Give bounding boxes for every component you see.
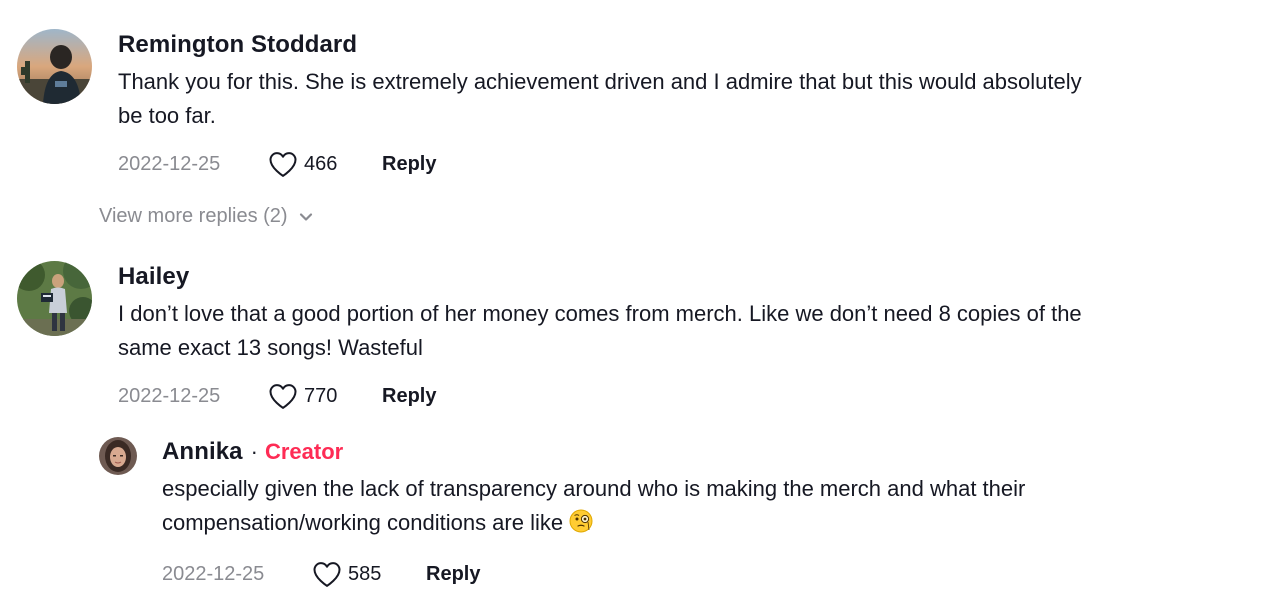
comment-item: Remington Stoddard Thank you for this. S… <box>17 29 1082 179</box>
avatar[interactable] <box>17 261 92 336</box>
reply-text: especially given the lack of transparenc… <box>162 472 1025 543</box>
avatar[interactable] <box>17 29 92 104</box>
username[interactable]: Hailey <box>118 263 189 291</box>
like-count: 585 <box>348 562 382 585</box>
comment-text-line: I don’t love that a good portion of her … <box>118 301 1082 326</box>
username-row: Hailey <box>118 261 1082 293</box>
reply-body: Annika · Creator especially given the la… <box>162 436 1025 589</box>
heart-outline-icon[interactable] <box>268 149 298 179</box>
username[interactable]: Remington Stoddard <box>118 31 357 59</box>
heart-outline-icon[interactable] <box>312 559 342 589</box>
reply-text-line: especially given the lack of transparenc… <box>162 476 1026 501</box>
comment-date: 2022-12-25 <box>118 384 221 407</box>
comment-body: Remington Stoddard Thank you for this. S… <box>118 29 1082 179</box>
comment-item: Hailey I don’t love that a good portion … <box>17 261 1082 411</box>
comment-date: 2022-12-25 <box>118 152 221 175</box>
like-count: 770 <box>304 384 338 407</box>
username-row: Annika · Creator <box>162 436 1025 468</box>
comment-text: I don’t love that a good portion of her … <box>118 297 1082 365</box>
comment-list: Remington Stoddard Thank you for this. S… <box>0 0 1280 609</box>
comment-meta: 2022-12-25 770 Reply <box>118 381 1082 411</box>
comment-body: Hailey I don’t love that a good portion … <box>118 261 1082 411</box>
username-row: Remington Stoddard <box>118 29 1082 61</box>
comment-text-line: Thank you for this. She is extremely ach… <box>118 69 1082 94</box>
face-with-monocle-emoji <box>569 509 593 543</box>
reply-button[interactable]: Reply <box>382 153 436 176</box>
reply-meta: 2022-12-25 585 Reply <box>162 559 1025 589</box>
comment-meta: 2022-12-25 466 Reply <box>118 149 1082 179</box>
comment-text-line: same exact 13 songs! Wasteful <box>118 335 423 360</box>
reply-text-line-2: compensation/working conditions are like <box>162 506 1025 543</box>
avatar[interactable] <box>99 437 137 475</box>
reply-item: Annika · Creator especially given the la… <box>99 437 1025 589</box>
heart-outline-icon[interactable] <box>268 381 298 411</box>
comment-text: Thank you for this. She is extremely ach… <box>118 65 1082 133</box>
creator-badge: Creator <box>264 439 344 464</box>
chevron-down-icon <box>298 211 314 223</box>
reply-text-line: compensation/working conditions are like <box>162 510 564 535</box>
reply-button[interactable]: Reply <box>426 563 480 586</box>
reply-button[interactable]: Reply <box>382 385 436 408</box>
view-more-replies-label: View more replies (2) <box>99 205 288 227</box>
like-count: 466 <box>304 152 338 175</box>
reply-date: 2022-12-25 <box>162 562 265 585</box>
view-more-replies-button[interactable]: View more replies (2) <box>99 205 314 228</box>
separator-dot: · <box>250 439 258 464</box>
comment-text-line: be too far. <box>118 103 216 128</box>
username[interactable]: Annika <box>162 438 243 466</box>
